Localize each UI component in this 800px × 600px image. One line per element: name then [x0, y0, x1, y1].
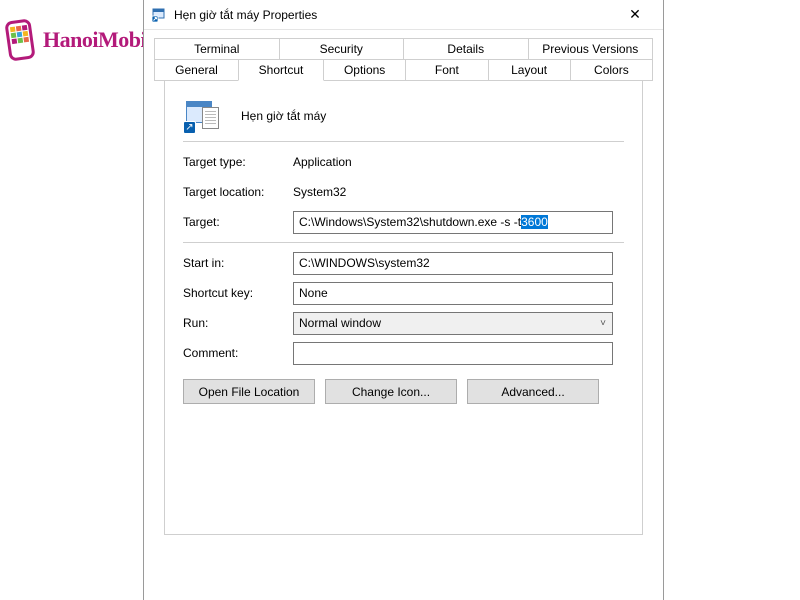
titlebar-icon — [152, 7, 168, 23]
tab-details[interactable]: Details — [403, 38, 529, 60]
value-target-type: Application — [293, 155, 352, 169]
run-select-value: Normal window — [299, 316, 381, 330]
divider — [183, 141, 624, 142]
shortcut-name: Hẹn giờ tắt máy — [241, 109, 326, 123]
tab-general[interactable]: General — [154, 59, 239, 81]
tab-strip: Terminal Security Details Previous Versi… — [144, 30, 663, 535]
tab-terminal[interactable]: Terminal — [154, 38, 280, 60]
titlebar[interactable]: Hẹn giờ tắt máy Properties ✕ — [144, 0, 663, 30]
chevron-down-icon: ˅ — [600, 318, 606, 329]
tab-options[interactable]: Options — [323, 59, 406, 81]
comment-input[interactable] — [293, 342, 613, 365]
start-in-input[interactable] — [293, 252, 613, 275]
run-select[interactable]: Normal window ˅ — [293, 312, 613, 335]
change-icon-button[interactable]: Change Icon... — [325, 379, 457, 404]
value-target-location: System32 — [293, 185, 346, 199]
shortcut-large-icon: ↗ — [183, 99, 217, 133]
watermark-logo: HanoiMobile — [3, 18, 161, 62]
target-text-prefix: C:\Windows\System32\shutdown.exe -s -t — [299, 215, 521, 229]
close-button[interactable]: ✕ — [615, 1, 655, 29]
watermark-phone-icon — [3, 18, 41, 62]
shortcut-panel: ↗ Hẹn giờ tắt máy Target type: Applicati… — [164, 81, 643, 535]
properties-dialog: Hẹn giờ tắt máy Properties ✕ Terminal Se… — [143, 0, 664, 600]
tab-layout[interactable]: Layout — [488, 59, 571, 81]
open-file-location-button[interactable]: Open File Location — [183, 379, 315, 404]
target-input[interactable]: C:\Windows\System32\shutdown.exe -s -t 3… — [293, 211, 613, 234]
target-text-selection: 3600 — [521, 215, 548, 229]
label-shortcut-key: Shortcut key: — [183, 286, 293, 300]
tab-colors[interactable]: Colors — [570, 59, 653, 81]
label-target: Target: — [183, 215, 293, 229]
tab-shortcut[interactable]: Shortcut — [238, 59, 324, 81]
shortcut-key-input[interactable] — [293, 282, 613, 305]
label-target-type: Target type: — [183, 155, 293, 169]
label-comment: Comment: — [183, 346, 293, 360]
divider — [183, 242, 624, 243]
close-icon: ✕ — [629, 6, 641, 23]
tab-previous-versions[interactable]: Previous Versions — [528, 38, 654, 60]
label-run: Run: — [183, 316, 293, 330]
advanced-button[interactable]: Advanced... — [467, 379, 599, 404]
label-target-location: Target location: — [183, 185, 293, 199]
tab-security[interactable]: Security — [279, 38, 405, 60]
tab-font[interactable]: Font — [405, 59, 488, 81]
label-start-in: Start in: — [183, 256, 293, 270]
window-title: Hẹn giờ tắt máy Properties — [174, 8, 615, 22]
